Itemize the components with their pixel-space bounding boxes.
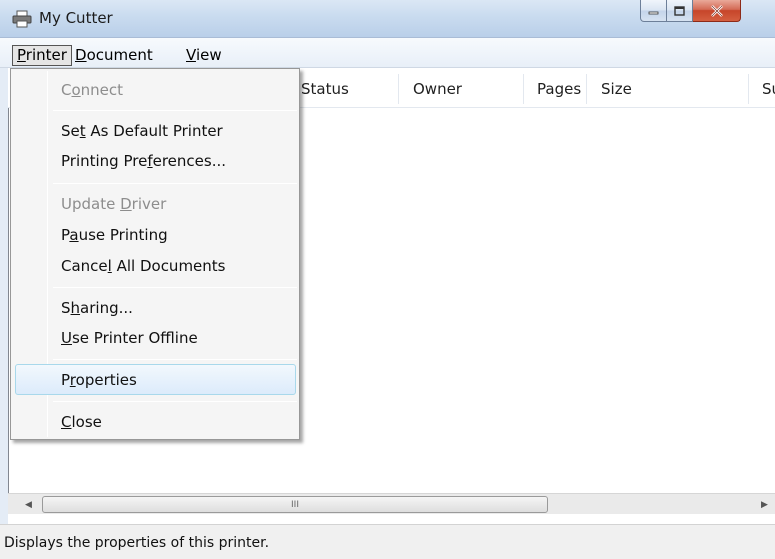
- column-divider[interactable]: [748, 74, 749, 104]
- column-divider[interactable]: [586, 74, 587, 104]
- label-accel: D: [120, 195, 132, 213]
- menu-document[interactable]: Document: [71, 46, 157, 67]
- status-text: Displays the properties of this printer.: [4, 535, 270, 551]
- minimize-icon: [648, 11, 659, 14]
- menu-item-cancel-all-documents[interactable]: Cancel All Documents: [61, 257, 226, 275]
- menu-bar: Printer Document View: [0, 38, 775, 68]
- label-accel: a: [69, 226, 79, 244]
- menu-separator: [53, 183, 297, 184]
- label-part: operties: [75, 371, 137, 389]
- menu-view-accel: V: [186, 46, 196, 64]
- scroll-right-icon[interactable]: ▶: [756, 496, 773, 513]
- maximize-icon: [674, 5, 685, 16]
- menu-item-properties[interactable]: Properties: [61, 371, 137, 389]
- label-part: Update: [61, 195, 121, 213]
- label-part: Se: [61, 122, 80, 140]
- horizontal-scrollbar[interactable]: ◀ III ▶: [8, 493, 775, 514]
- scrollbar-thumb[interactable]: III: [42, 496, 548, 513]
- title-bar: My Cutter: [0, 0, 775, 38]
- scrollbar-grip-icon: III: [291, 499, 299, 510]
- minimize-button[interactable]: [640, 0, 667, 22]
- scroll-left-icon[interactable]: ◀: [20, 496, 37, 513]
- column-header-size[interactable]: Size: [601, 80, 632, 98]
- caption-buttons: [640, 0, 741, 24]
- menu-document-accel: D: [75, 46, 87, 64]
- label-part: As Default Printer: [85, 122, 223, 140]
- label-part: C: [61, 81, 72, 99]
- menu-view[interactable]: View: [182, 46, 226, 67]
- printer-menu-dropdown: Connect Set As Default Printer Printing …: [10, 68, 300, 440]
- label-part: P: [61, 371, 70, 389]
- status-bar: Displays the properties of this printer.: [0, 524, 775, 559]
- label-accel: U: [61, 329, 72, 347]
- menu-separator: [53, 287, 297, 288]
- label-part: aring...: [80, 299, 133, 317]
- label-part: lose: [71, 413, 102, 431]
- menu-view-label: iew: [195, 46, 222, 64]
- column-header-submitted[interactable]: Sub: [762, 80, 775, 98]
- menu-item-update-driver: Update Driver: [61, 195, 166, 213]
- menu-document-label: ocument: [86, 46, 153, 64]
- menu-item-printing-preferences[interactable]: Printing Preferences...: [61, 152, 226, 170]
- label-part: Printing Pre: [61, 152, 148, 170]
- label-part: nnect: [80, 81, 124, 99]
- label-part: S: [61, 299, 71, 317]
- menu-item-sharing[interactable]: Sharing...: [61, 299, 133, 317]
- menu-item-close[interactable]: Close: [61, 413, 102, 431]
- menu-separator: [53, 401, 297, 402]
- label-accel: h: [70, 299, 81, 317]
- menu-separator: [53, 359, 297, 360]
- menu-item-connect: Connect: [61, 81, 123, 99]
- maximize-button[interactable]: [667, 0, 693, 22]
- menu-separator: [53, 110, 297, 111]
- label-part: All Documents: [111, 257, 226, 275]
- menu-printer-accel: P: [17, 46, 26, 64]
- label-accel: C: [61, 413, 72, 431]
- window-left-border: [0, 68, 8, 524]
- column-header-owner[interactable]: Owner: [413, 80, 462, 98]
- column-header-status[interactable]: Status: [301, 80, 349, 98]
- menu-item-pause-printing[interactable]: Pause Printing: [61, 226, 168, 244]
- label-part: se Printer Offline: [71, 329, 198, 347]
- label-part: use Printing: [78, 226, 168, 244]
- column-header-pages[interactable]: Pages: [537, 80, 581, 98]
- column-divider[interactable]: [523, 74, 524, 104]
- label-part: erences...: [152, 152, 227, 170]
- label-accel: o: [71, 81, 81, 99]
- window-title: My Cutter: [39, 9, 113, 27]
- menu-printer[interactable]: Printer: [12, 45, 72, 66]
- label-part: Cance: [61, 257, 108, 275]
- menu-item-highlight: [15, 364, 296, 395]
- menu-item-use-printer-offline[interactable]: Use Printer Offline: [61, 329, 198, 347]
- menu-printer-label: rinter: [25, 46, 67, 64]
- label-part: river: [131, 195, 167, 213]
- printer-icon: [12, 10, 32, 28]
- menu-item-set-default-printer[interactable]: Set As Default Printer: [61, 122, 223, 140]
- column-divider[interactable]: [398, 74, 399, 104]
- close-button[interactable]: [693, 0, 741, 22]
- close-icon: [710, 4, 723, 17]
